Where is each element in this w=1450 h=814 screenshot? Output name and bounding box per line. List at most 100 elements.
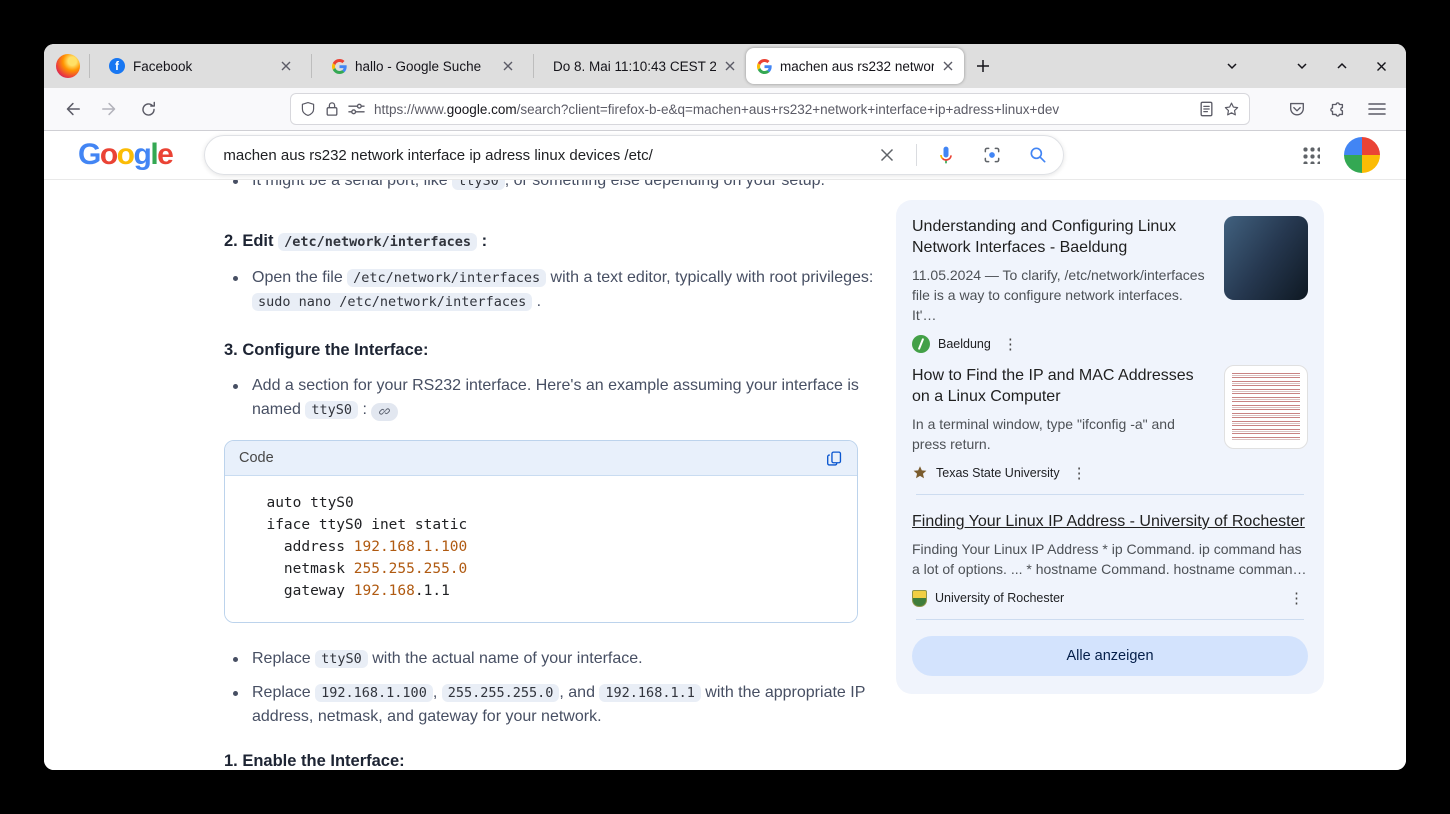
code-chip: 192.168.1.100 <box>315 684 433 702</box>
bullet-dot <box>233 384 238 389</box>
clear-search-icon[interactable] <box>870 138 904 172</box>
minimize-button[interactable] <box>1295 59 1309 73</box>
tab-close-icon[interactable] <box>942 60 954 72</box>
list-item-text: Open the file /etc/network/interfaces wi… <box>252 266 886 314</box>
list-item: Replace 192.168.1.100, 255.255.255.0, an… <box>224 681 886 729</box>
bullet-dot <box>233 657 238 662</box>
close-window-button[interactable] <box>1375 60 1388 73</box>
thumbnail-text-lines <box>1232 373 1300 441</box>
tab-separator <box>311 54 312 78</box>
tab-facebook[interactable]: f Facebook <box>99 44 302 88</box>
new-tab-button[interactable] <box>968 51 998 81</box>
logo-letter: o <box>117 140 134 170</box>
extensions-puzzle-icon[interactable] <box>1328 100 1346 118</box>
more-options-icon[interactable]: ⋮ <box>999 335 1022 353</box>
list-item: Open the file /etc/network/interfaces wi… <box>224 266 886 314</box>
code-block-body: auto ttyS0 iface ttyS0 inet static addre… <box>225 476 857 622</box>
url-bar[interactable]: https://www.google.com/search?client=fir… <box>290 93 1250 125</box>
tab-active-search[interactable]: machen aus rs232 networ <box>746 48 964 84</box>
tab-separator <box>89 54 90 78</box>
show-all-button[interactable]: Alle anzeigen <box>912 636 1308 676</box>
sidebar-divider <box>916 494 1304 495</box>
reload-button[interactable] <box>132 93 164 125</box>
tab-label: machen aus rs232 networ <box>780 59 934 74</box>
source-card-texas-state[interactable]: How to Find the IP and MAC Addresses on … <box>912 365 1308 482</box>
permissions-icon[interactable] <box>348 102 365 116</box>
url-path: /search?client=firefox-b-e&q=machen+aus+… <box>517 102 1060 117</box>
sources-sidebar: Understanding and Configuring Linux Netw… <box>896 200 1324 694</box>
search-box[interactable] <box>204 135 1064 175</box>
search-magnifier-icon[interactable] <box>1021 138 1055 172</box>
browser-window: f Facebook hallo - Google Suche Do 8. Ma… <box>44 44 1406 770</box>
logo-letter: g <box>134 140 151 170</box>
more-options-icon[interactable]: ⋮ <box>1068 464 1091 482</box>
tab-google-suche[interactable]: hallo - Google Suche <box>321 44 524 88</box>
code-line: iface ttyS0 inet static <box>249 514 841 536</box>
code-block-title: Code <box>239 450 274 466</box>
menu-hamburger-icon[interactable] <box>1368 102 1386 116</box>
card-source: Texas State University <box>936 466 1060 480</box>
forward-button[interactable] <box>94 93 126 125</box>
sidebar-divider <box>916 619 1304 620</box>
code-block-header: Code <box>225 441 857 476</box>
card-snippet: 11.05.2024 — To clarify, /etc/network/in… <box>912 265 1210 325</box>
voice-search-mic-icon[interactable] <box>929 138 963 172</box>
code-chip: 255.255.255.0 <box>442 684 560 702</box>
card-title[interactable]: Finding Your Linux IP Address - Universi… <box>912 511 1308 532</box>
search-input[interactable] <box>223 147 858 164</box>
source-card-baeldung[interactable]: Understanding and Configuring Linux Netw… <box>912 216 1308 353</box>
code-chip: sudo nano /etc/network/interfaces <box>252 293 532 311</box>
firefox-logo-icon[interactable] <box>56 54 80 78</box>
more-options-icon[interactable]: ⋮ <box>1285 589 1308 607</box>
profile-avatar[interactable] <box>1344 137 1380 173</box>
code-line: netmask 255.255.255.0 <box>249 558 841 580</box>
baeldung-leaf-icon <box>912 335 930 353</box>
maximize-button[interactable] <box>1335 59 1349 73</box>
code-line: gateway 192.168.1.1 <box>249 580 841 602</box>
code-line: auto ttyS0 <box>249 492 841 514</box>
section-heading-configure: 3. Configure the Interface: <box>224 338 886 362</box>
lock-icon[interactable] <box>325 101 339 117</box>
tab-close-icon[interactable] <box>280 60 292 72</box>
facebook-icon: f <box>109 58 125 74</box>
list-all-tabs-chevron-icon[interactable] <box>1225 59 1239 73</box>
texas-star-icon <box>912 465 928 481</box>
list-item: Add a section for your RS232 interface. … <box>224 374 886 422</box>
logo-letter: o <box>100 140 117 170</box>
card-title[interactable]: Understanding and Configuring Linux Netw… <box>912 216 1210 258</box>
tab-close-icon[interactable] <box>502 60 514 72</box>
tab-terminal-clock[interactable]: Do 8. Mai 11:10:43 CEST 2025 <box>543 44 746 88</box>
logo-letter: l <box>150 140 157 170</box>
url-prefix: https://www. <box>374 102 447 117</box>
reader-view-icon[interactable] <box>1199 101 1214 117</box>
navigation-toolbar: https://www.google.com/search?client=fir… <box>44 88 1406 131</box>
google-g-icon <box>756 58 772 74</box>
code-chip: /etc/network/interfaces <box>278 233 477 251</box>
source-card-rochester[interactable]: Finding Your Linux IP Address - Universi… <box>912 511 1308 607</box>
tab-close-icon[interactable] <box>724 60 736 72</box>
list-item: Replace ttyS0 with the actual name of yo… <box>224 647 886 671</box>
google-logo[interactable]: Google <box>78 140 172 170</box>
card-title[interactable]: How to Find the IP and MAC Addresses on … <box>912 365 1210 407</box>
back-button[interactable] <box>56 93 88 125</box>
bullet-dot <box>233 276 238 281</box>
section-heading-edit: 2. Edit /etc/network/interfaces : <box>224 229 886 254</box>
bullet-dot <box>233 691 238 696</box>
card-source: University of Rochester <box>935 591 1064 605</box>
url-text[interactable]: https://www.google.com/search?client=fir… <box>374 102 1190 117</box>
tab-separator <box>533 54 534 78</box>
tracking-shield-icon[interactable] <box>300 101 316 117</box>
google-apps-grid-icon[interactable] <box>1302 146 1320 164</box>
code-chip: ttyS0 <box>315 650 368 668</box>
google-lens-icon[interactable] <box>975 138 1009 172</box>
section-heading-enable: 1. Enable the Interface: <box>224 749 886 770</box>
card-thumbnail[interactable] <box>1224 365 1308 449</box>
pocket-icon[interactable] <box>1288 100 1306 118</box>
bookmark-star-icon[interactable] <box>1223 101 1240 118</box>
copy-code-button[interactable] <box>826 450 843 467</box>
list-item-text: It might be a serial port, like ttyS0, o… <box>252 180 825 193</box>
list-item-text: Add a section for your RS232 interface. … <box>252 374 886 422</box>
source-link-chip[interactable] <box>371 403 398 421</box>
card-thumbnail[interactable] <box>1224 216 1308 300</box>
ai-answer-column: It might be a serial port, like ttyS0, o… <box>224 180 886 770</box>
